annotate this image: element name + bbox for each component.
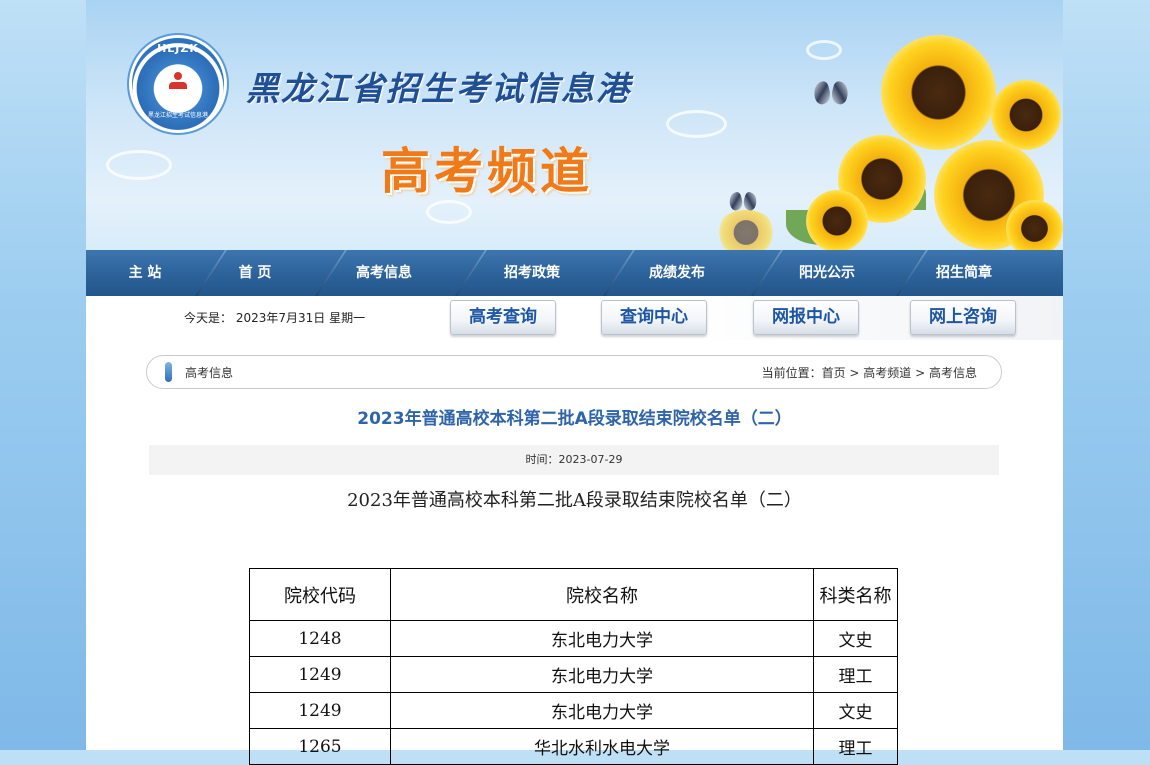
online-registration-button[interactable]: 网报中心 bbox=[753, 300, 859, 335]
breadcrumb-link-channel[interactable]: 高考频道 bbox=[863, 366, 911, 380]
table-row: 1248 东北电力大学 文史 bbox=[249, 620, 898, 657]
breadcrumb-prefix: 当前位置： bbox=[761, 366, 822, 380]
schools-table: 院校代码 院校名称 科类名称 1248 东北电力大学 文史 1249 东北电力大… bbox=[249, 568, 898, 765]
school-name: 东北电力大学 bbox=[390, 692, 814, 729]
school-name: 东北电力大学 bbox=[390, 620, 814, 657]
cloud-decoration bbox=[106, 150, 172, 180]
school-code: 1249 bbox=[249, 656, 391, 693]
nav-item-main-site[interactable]: 主 站 bbox=[110, 250, 180, 296]
school-code: 1265 bbox=[249, 728, 391, 765]
site-title: 黑龙江省招生考试信息港 bbox=[246, 69, 631, 108]
main-nav: 主 站 首 页 高考信息 招考政策 成绩发布 阳光公示 招生简章 bbox=[86, 250, 1063, 296]
query-center-button[interactable]: 查询中心 bbox=[601, 300, 707, 335]
logo-subtext: 黑龙江招生考试信息港 bbox=[147, 112, 208, 119]
nav-item-scores[interactable]: 成绩发布 bbox=[633, 250, 721, 296]
school-code: 1249 bbox=[249, 692, 391, 729]
cloud-decoration bbox=[426, 200, 472, 224]
article-meta: 时间：2023-07-29 bbox=[149, 445, 999, 475]
school-category: 理工 bbox=[813, 728, 898, 765]
nav-item-brochure[interactable]: 招生简章 bbox=[920, 250, 1008, 296]
breadcrumb: 高考信息 当前位置：首页 > 高考频道 > 高考信息 bbox=[146, 355, 1002, 389]
logo-emblem-icon bbox=[165, 68, 191, 94]
section-label: 高考信息 bbox=[185, 366, 234, 380]
article-title: 2023年普通高校本科第二批A段录取结束院校名单（二） bbox=[357, 409, 792, 429]
channel-title: 高考频道 bbox=[381, 143, 594, 200]
school-name: 华北水利水电大学 bbox=[390, 728, 814, 765]
nav-item-gaokao-info[interactable]: 高考信息 bbox=[340, 250, 428, 296]
table-row: 1265 华北水利水电大学 理工 bbox=[249, 728, 898, 765]
sunflower-image bbox=[1006, 200, 1063, 250]
table-row: 1249 东北电力大学 理工 bbox=[249, 656, 898, 693]
breadcrumb-separator: > bbox=[911, 366, 929, 380]
school-category: 理工 bbox=[813, 656, 898, 693]
cloud-decoration bbox=[666, 110, 727, 138]
table-row: 1249 东北电力大学 文史 bbox=[249, 692, 898, 729]
butterfly-icon bbox=[729, 193, 756, 214]
school-category: 文史 bbox=[813, 692, 898, 729]
butterfly-icon bbox=[814, 82, 848, 108]
sunflower-image bbox=[716, 210, 776, 250]
logo-text: HLJZK bbox=[157, 42, 199, 55]
column-header-name: 院校名称 bbox=[390, 568, 814, 621]
breadcrumb-link-home[interactable]: 首页 bbox=[822, 366, 846, 380]
quick-toolbar: 今天是： 2023年7月31日 星期一 高考查询 查询中心 网报中心 网上咨询 bbox=[86, 296, 1063, 340]
nav-divider bbox=[751, 250, 783, 296]
section-marker-icon bbox=[165, 362, 172, 382]
column-header-category: 科类名称 bbox=[813, 568, 898, 621]
sunflower-image bbox=[806, 190, 868, 250]
site-logo[interactable]: HLJZK 黑龙江招生考试信息港 bbox=[132, 38, 224, 130]
gaokao-query-button[interactable]: 高考查询 bbox=[450, 300, 556, 335]
school-name: 东北电力大学 bbox=[390, 656, 814, 693]
nav-item-policy[interactable]: 招考政策 bbox=[488, 250, 576, 296]
current-date: 今天是： 2023年7月31日 星期一 bbox=[184, 311, 366, 325]
article-subtitle: 2023年普通高校本科第二批A段录取结束院校名单（二） bbox=[347, 490, 802, 511]
sunflower-image bbox=[991, 80, 1061, 150]
cloud-decoration bbox=[806, 40, 842, 60]
school-code: 1248 bbox=[249, 620, 391, 657]
nav-item-home[interactable]: 首 页 bbox=[220, 250, 290, 296]
page-container: HLJZK 黑龙江招生考试信息港 黑龙江省招生考试信息港 高考频道 主 站 首 … bbox=[86, 0, 1063, 765]
nav-divider bbox=[603, 250, 635, 296]
nav-divider bbox=[455, 250, 487, 296]
breadcrumb-separator: > bbox=[845, 366, 864, 380]
column-header-code: 院校代码 bbox=[249, 568, 391, 621]
breadcrumb-link-section[interactable]: 高考信息 bbox=[929, 366, 977, 380]
online-consult-button[interactable]: 网上咨询 bbox=[910, 300, 1016, 335]
school-category: 文史 bbox=[813, 620, 898, 657]
sunflower-image bbox=[881, 35, 996, 150]
breadcrumb-path: 当前位置：首页 > 高考频道 > 高考信息 bbox=[762, 364, 977, 381]
header-banner: HLJZK 黑龙江招生考试信息港 黑龙江省招生考试信息港 高考频道 bbox=[86, 0, 1063, 250]
table-header-row: 院校代码 院校名称 科类名称 bbox=[249, 568, 898, 621]
nav-item-public[interactable]: 阳光公示 bbox=[783, 250, 871, 296]
